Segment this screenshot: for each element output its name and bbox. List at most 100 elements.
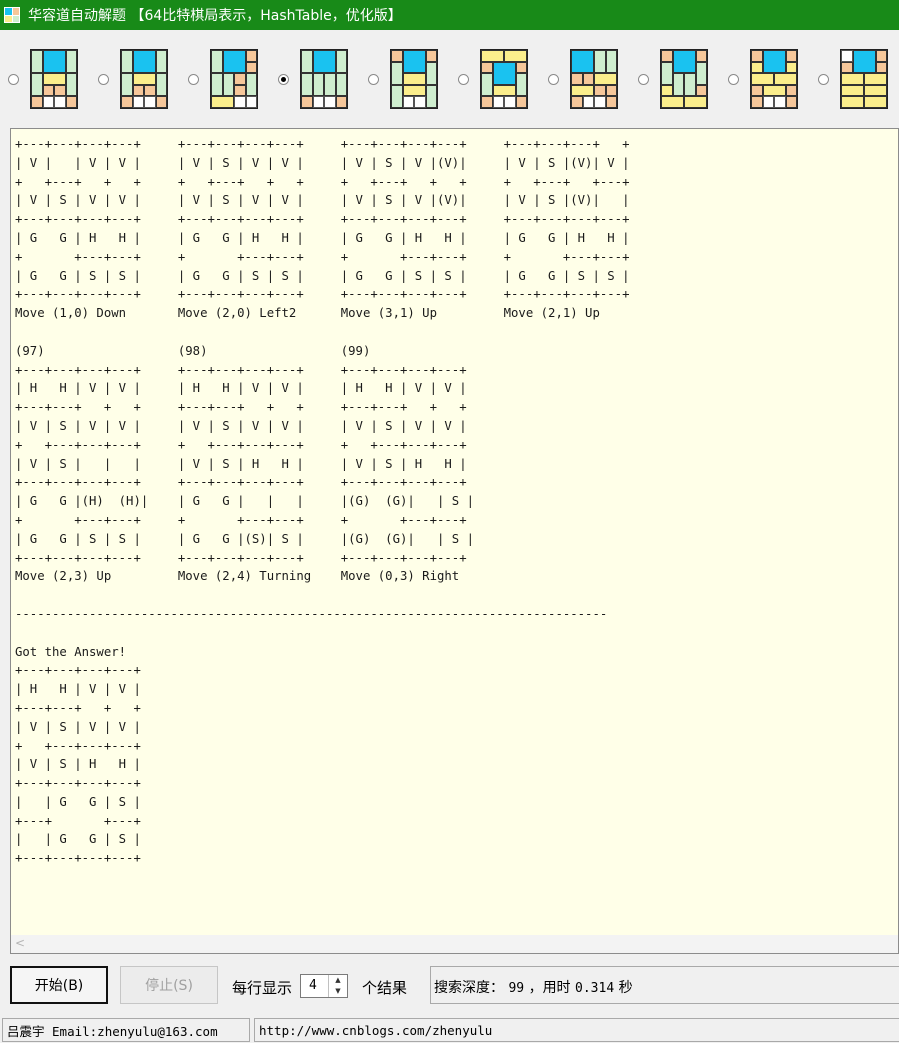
board-piece	[144, 84, 156, 97]
preset-layout-7[interactable]	[548, 49, 618, 109]
stop-button[interactable]: 停止(S)	[120, 966, 218, 1004]
app-icon	[4, 7, 20, 23]
preset-radio-10[interactable]	[818, 73, 829, 85]
board-piece	[582, 96, 594, 108]
board-piece	[504, 50, 527, 62]
board-piece	[211, 50, 223, 74]
board-piece	[672, 73, 684, 97]
board-piece	[841, 61, 853, 74]
board-thumbnail-icon[interactable]	[300, 49, 348, 109]
per-row-stepper[interactable]: 4 ▲ ▼	[300, 974, 348, 998]
author-info: 吕震宇 Email:zhenyulu@163.com	[2, 1018, 250, 1042]
preset-radio-1[interactable]	[8, 73, 19, 85]
board-thumbnail-icon[interactable]	[120, 49, 168, 109]
board-piece	[425, 50, 437, 62]
board-piece	[301, 73, 313, 97]
author-url: http://www.cnblogs.com/zhenyulu	[254, 1018, 899, 1042]
board-piece	[42, 50, 66, 74]
board-piece	[762, 96, 774, 108]
board-piece	[751, 50, 763, 62]
board-piece	[841, 73, 864, 85]
solution-text: +---+---+---+---+ +---+---+---+---+ +---…	[15, 137, 630, 866]
preset-layout-4[interactable]	[278, 49, 348, 109]
board-thumbnail-icon[interactable]	[750, 49, 798, 109]
preset-radio-6[interactable]	[458, 73, 469, 85]
board-thumbnail-icon[interactable]	[480, 49, 528, 109]
board-piece	[841, 84, 864, 97]
stepper-down-icon[interactable]: ▼	[329, 986, 347, 997]
preset-layout-1[interactable]	[8, 49, 78, 109]
stepper-up-icon[interactable]: ▲	[329, 975, 347, 986]
status-bar: 吕震宇 Email:zhenyulu@163.com http://www.cn…	[0, 1016, 899, 1043]
depth-label: 搜索深度：	[434, 980, 504, 996]
board-piece	[324, 96, 336, 108]
preset-radio-9[interactable]	[728, 73, 739, 85]
preset-layout-10[interactable]	[818, 49, 888, 109]
board-piece	[155, 50, 167, 74]
preset-radio-2[interactable]	[98, 73, 109, 85]
board-piece	[492, 84, 516, 97]
board-piece	[402, 96, 414, 108]
board-piece	[481, 50, 504, 62]
preset-layout-5[interactable]	[368, 49, 438, 109]
preset-radio-8[interactable]	[638, 73, 649, 85]
status-separator: ，	[528, 980, 543, 996]
preset-layout-2[interactable]	[98, 49, 168, 109]
board-thumbnail-icon[interactable]	[660, 49, 708, 109]
board-piece	[571, 50, 594, 74]
board-piece	[774, 96, 786, 108]
board-piece	[492, 61, 516, 85]
board-piece	[42, 84, 54, 97]
board-piece	[751, 96, 763, 108]
control-bar: 开始(B) 停止(S) 每行显示 4 ▲ ▼ 个结果 搜索深度： 99 ，用时 …	[0, 962, 899, 1012]
solution-output[interactable]: +---+---+---+---+ +---+---+---+---+ +---…	[10, 128, 899, 954]
preset-radio-7[interactable]	[548, 73, 559, 85]
start-button[interactable]: 开始(B)	[10, 966, 108, 1004]
per-row-value[interactable]: 4	[309, 978, 317, 993]
board-piece	[54, 84, 66, 97]
title-bar: 华容道自动解题 【64比特棋局表示，HashTable，优化版】	[0, 0, 899, 30]
search-status-panel: 搜索深度： 99 ，用时 0.314 秒	[430, 966, 899, 1004]
board-thumbnail-icon[interactable]	[570, 49, 618, 109]
board-thumbnail-icon[interactable]	[840, 49, 888, 109]
preset-radio-3[interactable]	[188, 73, 199, 85]
board-piece	[695, 84, 707, 97]
board-piece	[594, 84, 606, 97]
board-piece	[661, 84, 673, 97]
board-piece	[402, 73, 426, 85]
board-piece	[132, 96, 144, 108]
preset-layout-9[interactable]	[728, 49, 798, 109]
board-piece	[121, 73, 133, 97]
board-piece	[301, 96, 313, 108]
board-piece	[864, 84, 887, 97]
board-thumbnail-icon[interactable]	[390, 49, 438, 109]
board-piece	[234, 84, 246, 97]
board-piece	[605, 96, 617, 108]
board-piece	[121, 50, 133, 74]
preset-radio-4[interactable]	[278, 73, 289, 85]
board-piece	[54, 96, 66, 108]
board-thumbnail-icon[interactable]	[30, 49, 78, 109]
preset-radio-5[interactable]	[368, 73, 379, 85]
preset-layout-8[interactable]	[638, 49, 708, 109]
board-piece	[312, 96, 324, 108]
board-piece	[875, 50, 887, 62]
depth-value: 99	[508, 981, 525, 996]
preset-layout-6[interactable]	[458, 49, 528, 109]
board-piece	[594, 50, 606, 74]
board-piece	[324, 73, 336, 97]
board-piece	[785, 84, 797, 97]
board-thumbnail-icon[interactable]	[210, 49, 258, 109]
board-piece	[42, 73, 66, 85]
board-piece	[391, 84, 403, 108]
board-piece	[481, 61, 493, 74]
board-piece	[391, 61, 403, 85]
board-piece	[222, 50, 246, 74]
preset-layout-3[interactable]	[188, 49, 258, 109]
horizontal-scrollbar[interactable]: <	[11, 935, 898, 953]
board-piece	[312, 50, 336, 74]
scroll-left-icon[interactable]: <	[15, 936, 25, 950]
board-piece	[875, 61, 887, 74]
board-piece	[762, 50, 786, 74]
board-piece	[234, 73, 246, 85]
